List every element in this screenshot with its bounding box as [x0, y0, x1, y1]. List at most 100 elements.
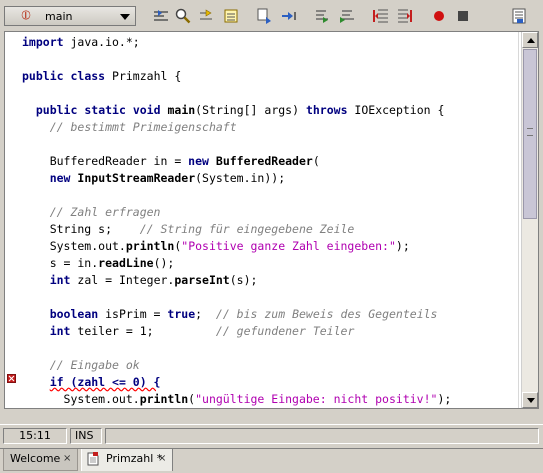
code-token: // Zahl erfragen — [49, 205, 161, 219]
close-icon[interactable]: × — [158, 449, 166, 469]
code-token: System.out. — [22, 239, 126, 253]
code-token: void — [132, 103, 161, 117]
code-token: class — [70, 69, 106, 83]
code-line[interactable]: public static void main(String[] args) t… — [22, 102, 445, 119]
code-token: // bis zum Beweis des Gegenteils — [215, 307, 438, 321]
editor-gutter[interactable] — [5, 32, 19, 408]
code-token: parseInt — [174, 273, 230, 287]
code-token: ); — [437, 392, 452, 406]
insert-mode: INS — [70, 428, 102, 444]
code-line[interactable]: // bestimmt Primeigenschaft — [22, 119, 237, 136]
code-token: new — [49, 171, 71, 185]
code-token: ( — [312, 154, 320, 168]
code-line[interactable]: int zal = Integer.parseInt(s); — [22, 272, 258, 289]
shift-left-icon[interactable] — [314, 7, 332, 25]
code-line[interactable]: public class Primzahl { — [22, 68, 181, 85]
code-line[interactable]: System.out.println("ungültige Eingabe: n… — [22, 391, 452, 408]
code-token: System.out. — [22, 392, 140, 406]
code-line[interactable]: s = in.readLine(); — [22, 255, 175, 272]
chevron-down-icon[interactable] — [120, 14, 130, 20]
find-icon[interactable] — [174, 7, 192, 25]
code-token: ; — [195, 307, 216, 321]
code-token: "ungültige Eingabe: nicht positiv!" — [195, 392, 438, 406]
status-bar: 15:11 INS — [0, 424, 543, 447]
shift-right-icon[interactable] — [338, 7, 356, 25]
scroll-down-button[interactable] — [522, 392, 538, 408]
code-token: "Positive ganze Zahl eingeben:" — [181, 239, 396, 253]
code-token: public — [35, 103, 78, 117]
code-line[interactable]: new InputStreamReader(System.in)); — [22, 170, 285, 187]
code-line[interactable]: if (zahl <= 0) { — [22, 374, 161, 391]
editor-toolbar: ⦶ main — [0, 0, 543, 32]
document-tabs: Welcome × Primzahl * × — [0, 448, 543, 473]
code-token: throws — [305, 103, 348, 117]
code-line[interactable]: BufferedReader in = new BufferedReader( — [22, 153, 320, 170]
method-selector-value: main — [45, 10, 73, 23]
tab-primzahl[interactable]: Primzahl * × — [81, 449, 173, 471]
uncomment-icon[interactable] — [396, 7, 414, 25]
code-token: InputStreamReader — [77, 171, 196, 185]
macro-list-icon[interactable] — [510, 7, 528, 25]
code-token: BufferedReader — [215, 154, 313, 168]
code-token: readLine — [98, 256, 154, 270]
scroll-up-button[interactable] — [522, 32, 538, 48]
code-token: (); — [153, 256, 175, 270]
code-line[interactable]: // Eingabe ok — [22, 357, 140, 374]
stop-macro-icon[interactable] — [454, 7, 472, 25]
find-selection-icon[interactable] — [152, 7, 170, 25]
method-selector[interactable]: ⦶ main — [4, 6, 136, 26]
code-line[interactable]: String s; // String für eingegebene Zeil… — [22, 221, 355, 238]
code-token: // bestimmt Primeigenschaft — [49, 120, 237, 134]
code-line[interactable]: boolean isPrim = true; // bis zum Beweis… — [22, 306, 438, 323]
code-token: static — [84, 103, 126, 117]
status-message — [105, 428, 539, 444]
code-token: println — [139, 392, 189, 406]
code-line[interactable]: // Zahl erfragen — [22, 204, 161, 221]
code-token: java.io.*; — [63, 35, 140, 49]
java-file-icon — [87, 452, 99, 466]
code-token: (String[] args) — [195, 103, 306, 117]
code-token: main — [167, 103, 196, 117]
code-token: String s; — [22, 222, 140, 236]
code-editor[interactable]: import java.io.*; public class Primzahl {… — [4, 31, 539, 409]
replace-icon[interactable] — [256, 7, 274, 25]
comment-icon[interactable] — [372, 7, 390, 25]
code-token: s = in. — [22, 256, 99, 270]
error-icon[interactable] — [7, 374, 16, 383]
code-token: // Eingabe ok — [49, 358, 140, 372]
code-token: IOException { — [347, 103, 445, 117]
code-token: // String für eingegebene Zeile — [139, 222, 355, 236]
code-token: teiler = 1; — [70, 324, 216, 338]
vertical-scrollbar[interactable] — [521, 32, 538, 408]
scroll-thumb[interactable] — [523, 49, 537, 219]
code-token: zal = Integer. — [70, 273, 175, 287]
record-macro-icon[interactable] — [430, 7, 448, 25]
code-token: // gefundener Teiler — [215, 324, 355, 338]
close-icon[interactable]: × — [63, 449, 71, 469]
code-token: (System.in)); — [195, 171, 286, 185]
code-line[interactable]: import java.io.*; — [22, 34, 140, 51]
tab-welcome[interactable]: Welcome × — [3, 449, 78, 471]
code-token: int — [49, 324, 71, 338]
code-line[interactable]: System.out.println("Positive ganze Zahl … — [22, 238, 410, 255]
code-token: import — [22, 35, 64, 49]
code-line[interactable] — [22, 408, 50, 409]
code-token: ); — [395, 239, 410, 253]
goto-next-icon[interactable] — [280, 7, 298, 25]
goto-previous-icon[interactable] — [198, 7, 216, 25]
code-token: int — [49, 273, 71, 287]
code-token: boolean — [49, 307, 99, 321]
code-line[interactable]: int teiler = 1; // gefundener Teiler — [22, 323, 355, 340]
code-token: (s); — [229, 273, 258, 287]
bookmarks-icon[interactable] — [222, 7, 240, 25]
